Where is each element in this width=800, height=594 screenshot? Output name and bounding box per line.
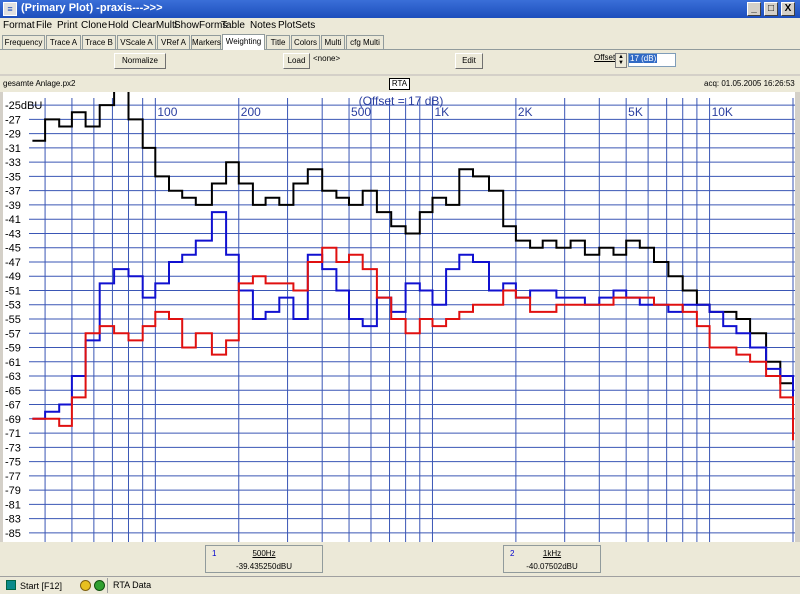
- x-tick-label: 2K: [518, 105, 533, 119]
- y-tick-label: -37: [5, 186, 21, 198]
- tab-title[interactable]: Title: [266, 35, 290, 49]
- tab-cfg-multi[interactable]: cfg Multi: [346, 35, 384, 49]
- y-tick-label: -51: [5, 285, 21, 297]
- y-tick-label: -85: [5, 528, 21, 540]
- warning-icon[interactable]: [80, 580, 91, 591]
- status-bar: Start [F12] RTA Data: [0, 576, 800, 594]
- y-tick-label: -57: [5, 328, 21, 340]
- toolbar: Normalize Load Edit: [0, 50, 800, 74]
- mode-badge: RTA: [389, 78, 410, 90]
- app-icon: ≡: [3, 2, 17, 16]
- y-tick-label: -71: [5, 428, 21, 440]
- spin-down-icon[interactable]: ▼: [616, 60, 626, 66]
- menu-file[interactable]: File: [36, 20, 52, 31]
- tab-colors[interactable]: Colors: [291, 35, 320, 49]
- marker-frequency[interactable]: 1kHz: [504, 549, 600, 558]
- y-tick-label: -67: [5, 400, 21, 412]
- y-tick-label: -79: [5, 485, 21, 497]
- marker-panel-1: 1 500Hz -39.435250dBU: [205, 545, 323, 573]
- x-tick-label: 100: [157, 105, 177, 119]
- y-tick-label: -61: [5, 357, 21, 369]
- menu-clone[interactable]: Clone: [81, 20, 107, 31]
- tab-vscale-a[interactable]: VScale A: [117, 35, 156, 49]
- start-button[interactable]: Start [F12]: [6, 580, 62, 591]
- rta-chart-svg: -25dBU -27 -29 -31 -33 -35 -37 -39 -41 -43 -45 -47 -…: [5, 92, 795, 542]
- y-tick-label: -31: [5, 143, 21, 155]
- status-separator: [107, 578, 108, 593]
- menu-format[interactable]: Format: [3, 20, 35, 31]
- minimize-button[interactable]: _: [747, 2, 761, 16]
- menu-notes[interactable]: Notes: [250, 20, 276, 31]
- y-tick-label: -43: [5, 228, 21, 240]
- marker-value: -40.07502dBU: [526, 562, 578, 571]
- start-label: Start [F12]: [20, 581, 63, 591]
- run-icon[interactable]: [94, 580, 105, 591]
- status-mode: RTA Data: [113, 580, 152, 590]
- y-tick-label: -69: [5, 414, 21, 426]
- y-tick-label: -29: [5, 129, 21, 141]
- y-tick-label: -39: [5, 200, 21, 212]
- y-tick-label: -77: [5, 471, 21, 483]
- marker-value: -39.435250dBU: [235, 562, 293, 571]
- menu-showforms[interactable]: ShowForms: [174, 20, 227, 31]
- file-name: gesamte Anlage.px2: [3, 79, 76, 88]
- edit-button[interactable]: Edit: [455, 53, 483, 69]
- y-tick-label: -65: [5, 385, 21, 397]
- trace-black: [32, 92, 794, 398]
- offset-value: 17 (dB): [629, 54, 658, 63]
- load-button[interactable]: Load: [283, 53, 310, 69]
- close-button[interactable]: X: [781, 2, 795, 16]
- x-tick-label: 200: [241, 105, 261, 119]
- offset-input[interactable]: 17 (dB): [628, 53, 676, 67]
- rta-plot[interactable]: -25dBU -27 -29 -31 -33 -35 -37 -39 -41 -43 -45 -47 -…: [3, 92, 795, 542]
- tab-markers[interactable]: Markers: [191, 35, 221, 49]
- x-tick-label: 5K: [628, 105, 643, 119]
- y-tick-label: -75: [5, 457, 21, 469]
- offset-annotation: (Offset = 17 dB): [359, 94, 444, 108]
- maximize-button[interactable]: □: [764, 2, 778, 16]
- menu-hold[interactable]: Hold: [108, 20, 129, 31]
- menu-table[interactable]: Table: [221, 20, 245, 31]
- menu-print[interactable]: Print: [57, 20, 78, 31]
- title-bar: ≡ (Primary Plot) -praxis--->>> _ □ X: [0, 0, 800, 18]
- y-tick-label: -73: [5, 442, 21, 454]
- y-tick-label: -33: [5, 157, 21, 169]
- y-tick-label: -81: [5, 499, 21, 511]
- y-tick-label: -83: [5, 514, 21, 526]
- y-tick-label: -45: [5, 243, 21, 255]
- marker-panel-2: 2 1kHz -40.07502dBU: [503, 545, 601, 573]
- tab-multi[interactable]: Multi: [321, 35, 345, 49]
- y-tick-label: -25dBU: [5, 100, 42, 112]
- tab-trace-b[interactable]: Trace B: [82, 35, 116, 49]
- y-tick-label: -63: [5, 371, 21, 383]
- marker-area: 1 500Hz -39.435250dBU 2 1kHz -40.07502dB…: [0, 542, 800, 576]
- tab-frequency[interactable]: Frequency: [2, 35, 45, 49]
- menu-clearmulti[interactable]: ClearMulti: [132, 20, 177, 31]
- y-tick-label: -35: [5, 171, 21, 183]
- y-tick-label: -53: [5, 300, 21, 312]
- x-tick-label: 10K: [712, 105, 733, 119]
- start-icon: [6, 580, 16, 590]
- tab-trace-a[interactable]: Trace A: [46, 35, 81, 49]
- y-tick-label: -41: [5, 214, 21, 226]
- weighting-file-label: <none>: [313, 54, 341, 63]
- menu-bar: Format File Print Clone Hold ClearMulti …: [0, 18, 800, 34]
- tab-vref-a[interactable]: VRef A: [157, 35, 190, 49]
- info-row: gesamte Anlage.px2 RTA acq: 01.05.2005 1…: [0, 76, 800, 92]
- offset-label: Offset: [594, 53, 616, 62]
- y-tick-label: -55: [5, 314, 21, 326]
- y-tick-label: -49: [5, 271, 21, 283]
- tab-weighting[interactable]: Weighting: [222, 34, 265, 50]
- y-tick-label: -27: [5, 114, 21, 126]
- marker-frequency[interactable]: 500Hz: [206, 549, 322, 558]
- trace-blue: [32, 211, 794, 420]
- acquisition-timestamp: acq: 01.05.2005 16:26:53: [704, 79, 795, 88]
- y-tick-label: -59: [5, 343, 21, 355]
- normalize-button[interactable]: Normalize: [114, 53, 166, 69]
- tab-bar: Frequency Trace A Trace B VScale A VRef …: [0, 34, 800, 50]
- menu-plotsets[interactable]: PlotSets: [278, 20, 315, 31]
- window-title: (Primary Plot) -praxis--->>>: [21, 2, 163, 14]
- offset-spinner[interactable]: ▲ ▼: [615, 53, 627, 68]
- y-tick-label: -47: [5, 257, 21, 269]
